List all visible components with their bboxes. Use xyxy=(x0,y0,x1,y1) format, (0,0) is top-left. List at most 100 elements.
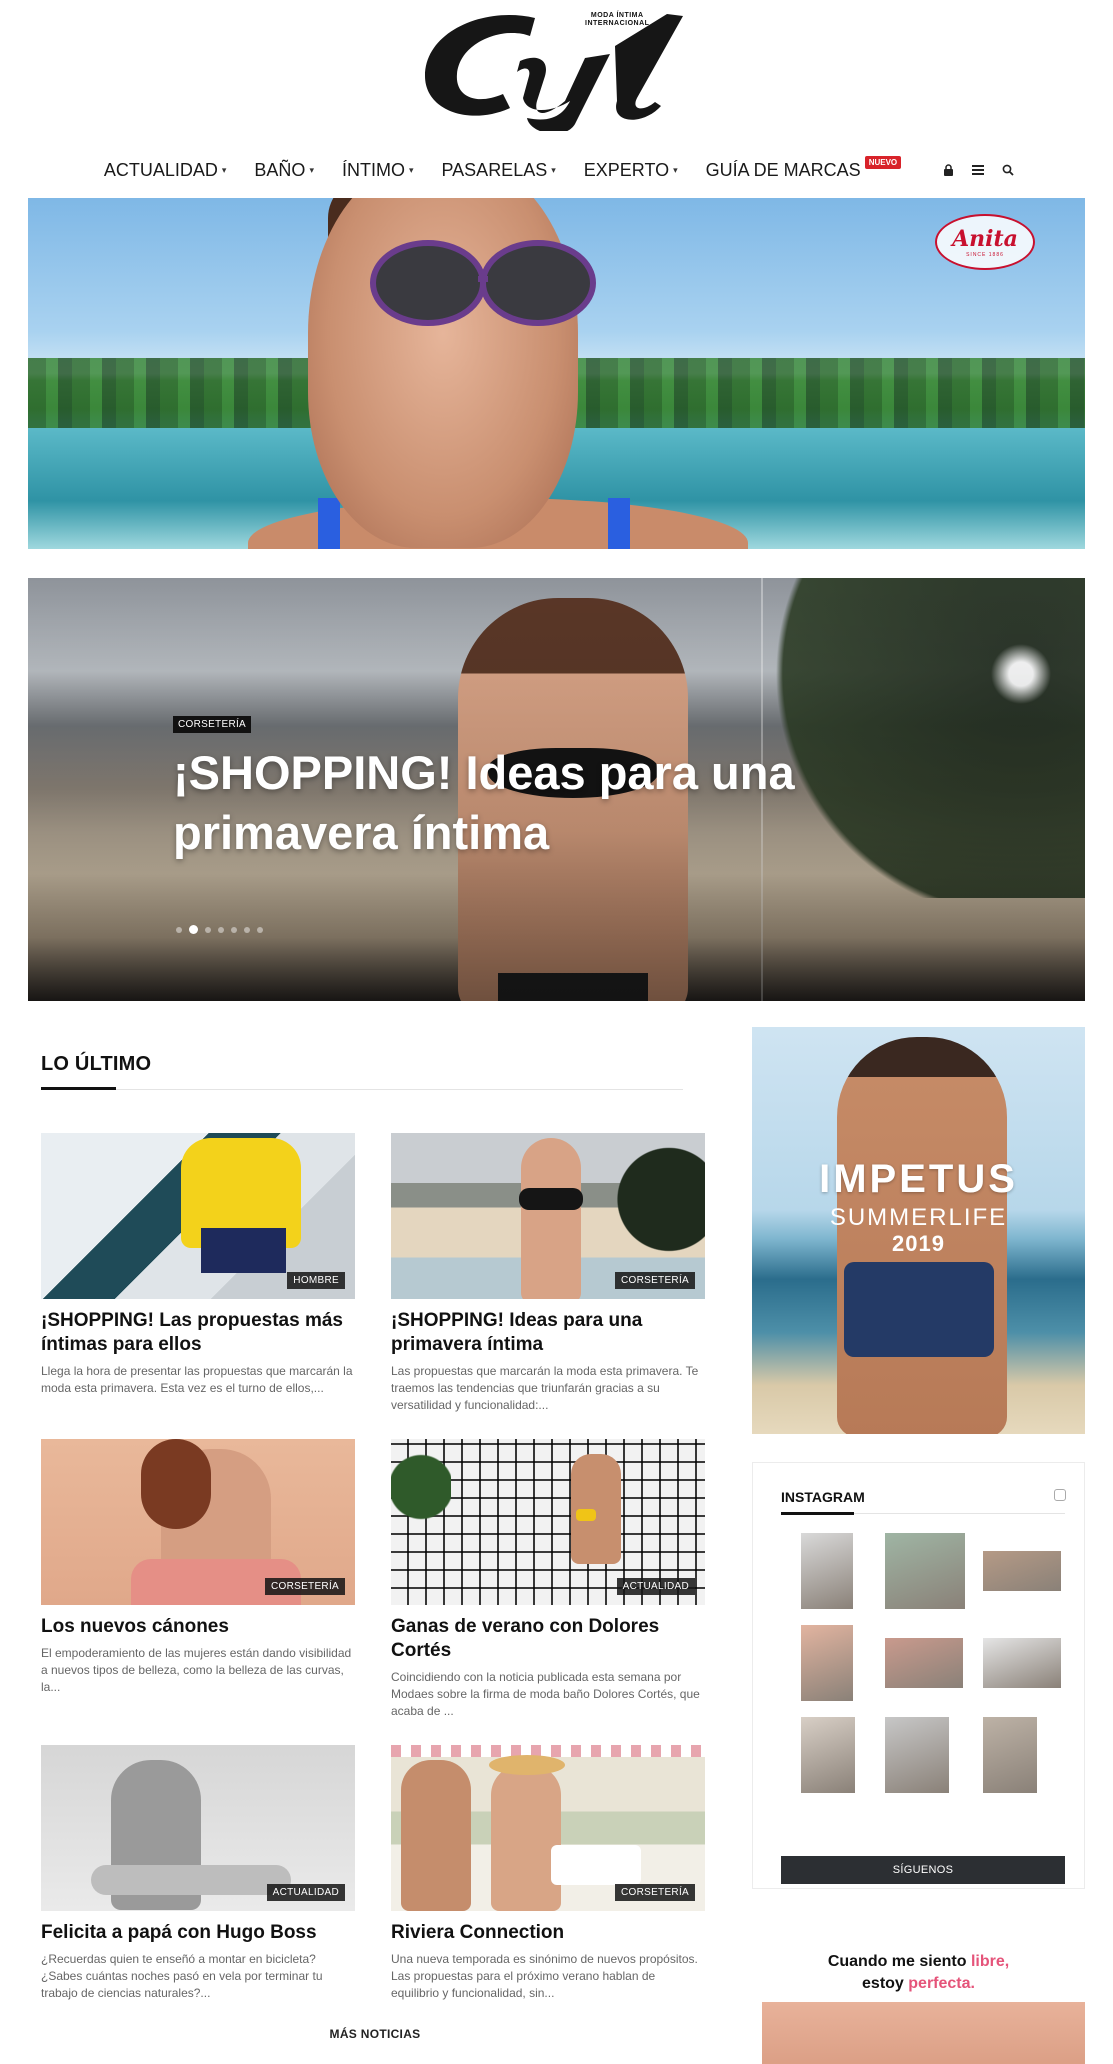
post-thumbnail[interactable]: ACTUALIDAD xyxy=(41,1745,355,1911)
anita-logo: Anita SINCE 1886 xyxy=(935,214,1035,270)
slider-dots xyxy=(176,925,263,934)
post-image-man xyxy=(401,1760,471,1911)
category-badge[interactable]: ACTUALIDAD xyxy=(616,1578,695,1595)
nav-item-bano[interactable]: BAÑO ▾ xyxy=(240,160,328,181)
chevron-down-icon: ▾ xyxy=(309,164,314,175)
post-thumbnail[interactable]: HOMBRE xyxy=(41,1133,355,1299)
slider-dot[interactable] xyxy=(176,926,182,933)
search-icon[interactable] xyxy=(993,164,1023,176)
instagram-widget: INSTAGRAM SÍGUENOS xyxy=(752,1462,1085,1889)
post-card[interactable]: ACTUALIDAD Felicita a papá con Hugo Boss… xyxy=(41,1745,355,2002)
nav-item-experto[interactable]: EXPERTO ▾ xyxy=(570,160,692,181)
promo-ad[interactable]: Cuando me siento libre, estoy perfecta. xyxy=(752,1905,1085,2064)
category-badge[interactable]: CORSETERÍA xyxy=(614,1884,695,1901)
nav-item-label: PASARELAS xyxy=(441,159,548,180)
post-title[interactable]: ¡SHOPPING! Ideas para una primavera ínti… xyxy=(391,1309,705,1357)
nav-item-label: BAÑO xyxy=(254,159,306,180)
menu-icon[interactable] xyxy=(963,165,993,175)
post-image-hair xyxy=(141,1439,211,1529)
hero-category-tag[interactable]: CORSETERÍA xyxy=(173,716,252,733)
chevron-down-icon: ▾ xyxy=(408,164,414,175)
post-title[interactable]: Ganas de verano con Dolores Cortés xyxy=(391,1615,705,1663)
slider-dot[interactable] xyxy=(231,926,237,933)
nav-item-label: EXPERTO xyxy=(583,159,670,180)
hero-title[interactable]: ¡SHOPPING! Ideas para una primavera ínti… xyxy=(173,743,933,863)
sunglasses-image xyxy=(370,240,596,326)
post-excerpt: Llega la hora de presentar las propuesta… xyxy=(41,1364,353,1395)
category-badge[interactable]: HOMBRE xyxy=(287,1272,345,1289)
more-news-link[interactable]: MÁS NOTICIAS xyxy=(28,2027,722,2041)
slider-dot-active[interactable] xyxy=(189,925,198,934)
post-card[interactable]: CORSETERÍA ¡SHOPPING! Ideas para una pri… xyxy=(391,1133,705,1414)
post-thumbnail[interactable]: CORSETERÍA xyxy=(391,1133,705,1299)
ad-year: 2019 xyxy=(892,1231,945,1256)
slider-dot[interactable] xyxy=(218,926,224,933)
post-excerpt: Una nueva temporada es sinónimo de nuevo… xyxy=(391,1952,698,2000)
post-title[interactable]: Felicita a papá con Hugo Boss xyxy=(41,1921,355,1945)
new-badge: NUEVO xyxy=(864,155,902,169)
slider-dot[interactable] xyxy=(244,926,250,933)
post-card[interactable]: CORSETERÍA Los nuevos cánones El empoder… xyxy=(41,1439,355,1696)
hero-slider[interactable]: CORSETERÍA ¡SHOPPING! Ideas para una pri… xyxy=(28,578,1085,1001)
post-image-table xyxy=(551,1845,641,1885)
instagram-photo[interactable] xyxy=(983,1551,1061,1591)
ad-swim-shorts xyxy=(844,1262,994,1357)
promo-text: Cuando me siento xyxy=(827,1953,971,1970)
category-badge[interactable]: ACTUALIDAD xyxy=(266,1884,345,1901)
post-card[interactable]: ACTUALIDAD Ganas de verano con Dolores C… xyxy=(391,1439,705,1720)
chevron-down-icon: ▾ xyxy=(221,164,227,175)
nav-item-label: GUÍA DE MARCAS xyxy=(705,159,861,180)
latest-section: LO ÚLTIMO HOMBRE ¡SHOPPING! Las propuest… xyxy=(28,1027,722,2064)
nav-item-label: ÍNTIMO xyxy=(341,159,405,180)
slider-dot[interactable] xyxy=(205,926,211,933)
nav-item-intimo[interactable]: ÍNTIMO ▾ xyxy=(328,160,428,181)
post-excerpt: Coincidiendo con la noticia publicada es… xyxy=(391,1670,700,1718)
chevron-down-icon: ▾ xyxy=(673,164,678,175)
post-thumbnail[interactable]: ACTUALIDAD xyxy=(391,1439,705,1605)
nav-item-guia-de-marcas[interactable]: GUÍA DE MARCAS NUEVO xyxy=(692,155,915,181)
section-divider-accent xyxy=(41,1087,116,1090)
promo-line-2: estoy perfecta. xyxy=(752,1975,1085,1993)
instagram-photo[interactable] xyxy=(801,1625,853,1701)
cyl-logo[interactable] xyxy=(415,6,715,131)
post-card[interactable]: HOMBRE ¡SHOPPING! Las propuestas más ínt… xyxy=(41,1133,355,1397)
instagram-photo[interactable] xyxy=(885,1638,963,1688)
promo-text-accent: perfecta. xyxy=(908,1975,975,1992)
instagram-title: INSTAGRAM xyxy=(781,1489,865,1505)
instagram-icon[interactable] xyxy=(1054,1489,1066,1501)
instagram-photo[interactable] xyxy=(983,1638,1061,1688)
post-image-hat xyxy=(489,1755,565,1775)
ad-collection: SUMMERLIFE xyxy=(829,1204,1008,1231)
post-excerpt: ¿Recuerdas quien te enseñó a montar en b… xyxy=(41,1952,323,2000)
instagram-photo[interactable] xyxy=(801,1717,855,1793)
banner-swimsuit-strap xyxy=(608,498,630,549)
nav-item-pasarelas[interactable]: PASARELAS ▾ xyxy=(428,160,570,181)
post-card[interactable]: CORSETERÍA Riviera Connection Una nueva … xyxy=(391,1745,705,2002)
banner-ad[interactable]: Anita SINCE 1886 xyxy=(28,198,1085,549)
instagram-photo[interactable] xyxy=(885,1533,965,1609)
post-title[interactable]: Riviera Connection xyxy=(391,1921,705,1945)
instagram-photo[interactable] xyxy=(983,1717,1037,1793)
nav-item-actualidad[interactable]: ACTUALIDAD ▾ xyxy=(90,160,241,181)
section-divider xyxy=(41,1089,683,1090)
post-title[interactable]: ¡SHOPPING! Las propuestas más íntimas pa… xyxy=(41,1309,355,1357)
slider-dot[interactable] xyxy=(257,926,263,933)
post-image-legs xyxy=(91,1865,291,1895)
category-badge[interactable]: CORSETERÍA xyxy=(264,1578,345,1595)
instagram-photo[interactable] xyxy=(801,1533,853,1609)
promo-text: estoy xyxy=(862,1975,909,1992)
category-badge[interactable]: CORSETERÍA xyxy=(614,1272,695,1289)
post-image-awning xyxy=(391,1745,705,1757)
post-title[interactable]: Los nuevos cánones xyxy=(41,1615,355,1639)
post-thumbnail[interactable]: CORSETERÍA xyxy=(41,1439,355,1605)
impetus-ad[interactable]: IMPETUS SUMMERLIFE 2019 xyxy=(752,1027,1085,1434)
promo-line-1: Cuando me siento libre, xyxy=(752,1953,1085,1971)
instagram-photo[interactable] xyxy=(885,1717,949,1793)
logo-tagline-line-2: INTERNACIONAL xyxy=(585,20,650,27)
banner-swimsuit-strap xyxy=(318,498,340,549)
follow-button[interactable]: SÍGUENOS xyxy=(781,1856,1065,1884)
post-thumbnail[interactable]: CORSETERÍA xyxy=(391,1745,705,1911)
lock-icon[interactable] xyxy=(933,164,963,176)
brand-since: SINCE 1886 xyxy=(966,252,1004,258)
post-image-bra xyxy=(519,1188,583,1210)
